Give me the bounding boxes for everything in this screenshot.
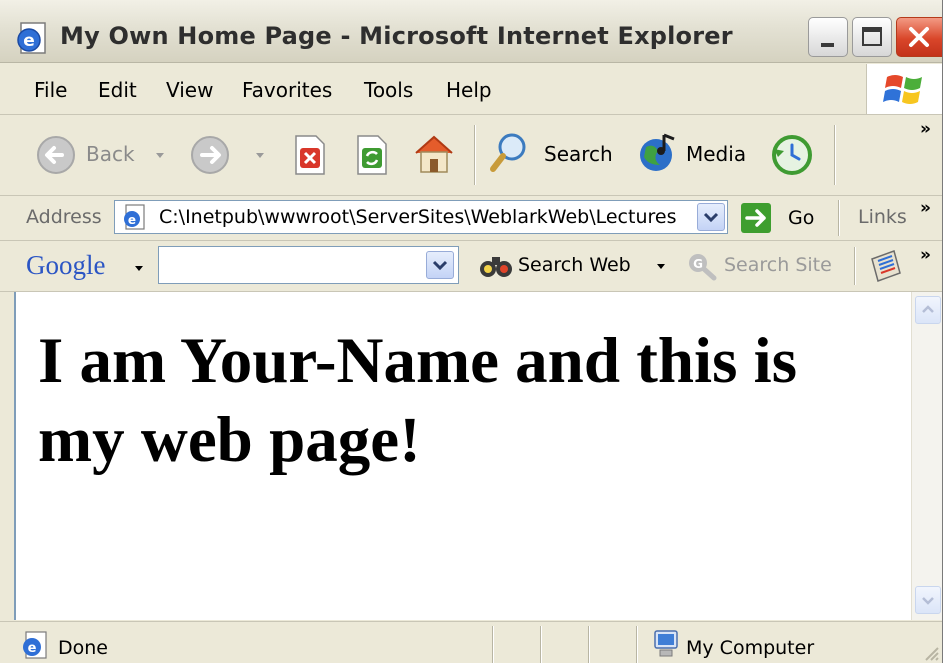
page-heading: I am Your-Name and this is my web page! xyxy=(38,325,797,476)
scroll-down-icon xyxy=(922,597,934,605)
svg-text:e: e xyxy=(28,641,37,656)
toolbar-separator xyxy=(834,125,836,185)
google-menu-dropdown-icon[interactable] xyxy=(134,265,144,273)
search-web-label: Search Web xyxy=(518,254,631,276)
status-text: Done xyxy=(58,637,108,659)
go-arrow-icon xyxy=(741,203,771,233)
menu-view[interactable]: View xyxy=(166,78,213,102)
forward-dropdown-icon[interactable] xyxy=(254,151,266,161)
vertical-scrollbar[interactable] xyxy=(911,292,942,620)
address-label: Address xyxy=(26,206,102,228)
history-icon[interactable] xyxy=(768,131,816,179)
back-dropdown-icon[interactable] xyxy=(154,151,166,161)
address-separator xyxy=(838,200,840,236)
back-button[interactable]: Back xyxy=(30,133,154,177)
search-site-button[interactable]: G Search Site xyxy=(686,249,842,283)
toolbar-separator xyxy=(474,125,476,185)
google-search-input[interactable] xyxy=(158,246,459,284)
forward-arrow-icon[interactable] xyxy=(188,133,232,177)
address-bar: Address e C:\Inetpub\wwwroot\ServerSites… xyxy=(0,196,942,241)
title-bar[interactable]: e My Own Home Page - Microsoft Internet … xyxy=(0,0,942,63)
windows-flag-icon xyxy=(883,75,922,104)
status-separator xyxy=(636,626,638,663)
scroll-up-button[interactable] xyxy=(915,296,941,324)
google-logo[interactable]: Google xyxy=(26,250,105,281)
maximize-button[interactable] xyxy=(852,17,892,57)
address-field[interactable]: e C:\Inetpub\wwwroot\ServerSites\Weblark… xyxy=(114,200,728,234)
toolbar-overflow-chevron[interactable]: » xyxy=(920,119,931,139)
menu-help[interactable]: Help xyxy=(446,78,492,102)
google-overflow-chevron[interactable]: » xyxy=(920,245,931,265)
refresh-icon[interactable] xyxy=(352,134,392,176)
search-site-icon: G xyxy=(689,254,717,281)
menu-tools[interactable]: Tools xyxy=(364,78,413,102)
scroll-up-icon xyxy=(922,305,934,313)
svg-text:G: G xyxy=(693,257,703,271)
status-separator xyxy=(588,626,590,663)
chevron-down-icon xyxy=(703,212,719,223)
minimize-button[interactable] xyxy=(808,17,848,57)
search-site-label: Search Site xyxy=(724,254,832,276)
resize-grip-icon[interactable] xyxy=(920,642,940,662)
search-web-button[interactable]: Search Web xyxy=(478,249,665,283)
links-label[interactable]: Links xyxy=(858,206,907,228)
menu-file[interactable]: File xyxy=(34,78,67,102)
back-arrow-icon xyxy=(37,136,75,174)
menu-bar: File Edit View Favorites Tools Help xyxy=(0,64,942,115)
ie-page-icon: e xyxy=(124,204,145,230)
search-button[interactable]: Search xyxy=(488,131,616,177)
ie-page-icon: e xyxy=(17,22,46,54)
google-toolbar: Google Search Web G Search Site » xyxy=(0,241,942,292)
menu-edit[interactable]: Edit xyxy=(98,78,137,102)
security-zone-text: My Computer xyxy=(686,637,815,659)
window-title: My Own Home Page - Microsoft Internet Ex… xyxy=(60,22,733,50)
close-icon xyxy=(909,27,929,47)
svg-text:e: e xyxy=(128,213,136,227)
search-web-dropdown-icon xyxy=(657,264,665,269)
chevron-down-icon xyxy=(432,260,448,271)
status-bar: e Done My Computer xyxy=(0,621,942,663)
google-search-dropdown-button[interactable] xyxy=(426,251,454,279)
windows-logo-panel xyxy=(866,64,942,114)
ie-page-icon: e xyxy=(23,631,47,659)
page-content: I am Your-Name and this is my web page! xyxy=(14,292,911,620)
status-separator xyxy=(540,626,542,663)
address-dropdown-button[interactable] xyxy=(697,203,725,231)
status-separator xyxy=(492,626,494,663)
google-brand: Google xyxy=(26,250,106,280)
go-button[interactable]: Go xyxy=(740,201,824,235)
minimize-icon xyxy=(821,43,834,47)
go-label: Go xyxy=(788,207,815,229)
browser-window: e My Own Home Page - Microsoft Internet … xyxy=(0,0,943,663)
scroll-down-button[interactable] xyxy=(915,586,941,614)
stop-icon[interactable] xyxy=(290,134,330,176)
my-computer-icon xyxy=(654,630,678,657)
links-overflow-chevron[interactable]: » xyxy=(920,198,931,218)
address-url: C:\Inetpub\wwwroot\ServerSites\WeblarkWe… xyxy=(159,206,677,228)
home-icon[interactable] xyxy=(410,131,458,177)
media-label: Media xyxy=(686,142,747,166)
media-button[interactable]: Media xyxy=(636,131,748,177)
news-icon[interactable] xyxy=(868,249,904,283)
back-label: Back xyxy=(86,142,135,166)
search-magnifier-icon xyxy=(490,133,526,172)
search-label: Search xyxy=(544,142,613,166)
close-button[interactable] xyxy=(896,17,942,57)
standard-toolbar: Back Search Media » xyxy=(0,115,942,196)
svg-text:e: e xyxy=(23,31,35,51)
google-separator xyxy=(854,247,856,285)
media-globe-icon xyxy=(640,133,675,171)
binoculars-icon xyxy=(480,257,512,277)
menu-favorites[interactable]: Favorites xyxy=(242,78,332,102)
maximize-icon xyxy=(862,27,882,46)
